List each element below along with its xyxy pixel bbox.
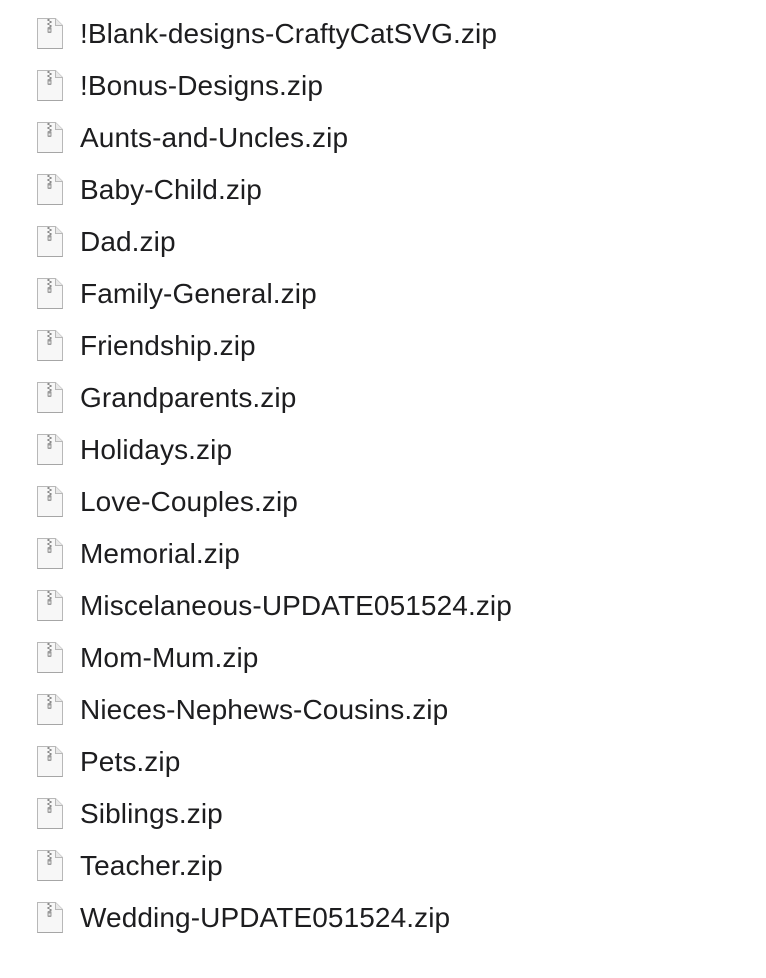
- file-name: Wedding-UPDATE051524.zip: [80, 902, 451, 933]
- file-name: Love-Couples.zip: [80, 486, 298, 517]
- zip-archive-icon: [35, 901, 64, 934]
- zip-archive-icon: [35, 589, 64, 622]
- file-row[interactable]: Wedding-UPDATE051524.zip: [0, 892, 766, 944]
- zip-archive-icon: [35, 277, 64, 310]
- file-name: Family-General.zip: [80, 278, 317, 309]
- zip-archive-icon: [35, 797, 64, 830]
- file-row[interactable]: Pets.zip: [0, 736, 766, 788]
- file-name: Teacher.zip: [80, 850, 223, 881]
- zip-archive-icon: [35, 329, 64, 362]
- file-name: Nieces-Nephews-Cousins.zip: [80, 694, 449, 725]
- file-row[interactable]: Baby-Child.zip: [0, 164, 766, 216]
- file-row[interactable]: Aunts-and-Uncles.zip: [0, 112, 766, 164]
- zip-archive-icon: [35, 693, 64, 726]
- zip-archive-icon: [35, 745, 64, 778]
- zip-archive-icon: [35, 121, 64, 154]
- zip-archive-icon: [35, 225, 64, 258]
- zip-archive-icon: [35, 849, 64, 882]
- zip-archive-icon: [35, 17, 64, 50]
- file-name: Aunts-and-Uncles.zip: [80, 122, 349, 153]
- file-row[interactable]: Teacher.zip: [0, 840, 766, 892]
- file-name: !Bonus-Designs.zip: [80, 70, 324, 101]
- zip-archive-icon: [35, 433, 64, 466]
- file-row[interactable]: Nieces-Nephews-Cousins.zip: [0, 684, 766, 736]
- file-name: Mom-Mum.zip: [80, 642, 259, 673]
- file-row[interactable]: Dad.zip: [0, 216, 766, 268]
- zip-archive-icon: [35, 485, 64, 518]
- file-row[interactable]: Love-Couples.zip: [0, 476, 766, 528]
- file-name: Memorial.zip: [80, 538, 240, 569]
- file-name: Holidays.zip: [80, 434, 233, 465]
- zip-archive-icon: [35, 641, 64, 674]
- zip-archive-icon: [35, 537, 64, 570]
- zip-archive-icon: [35, 69, 64, 102]
- file-name: Siblings.zip: [80, 798, 223, 829]
- file-name: Dad.zip: [80, 226, 176, 257]
- file-name: !Blank-designs-CraftyCatSVG.zip: [80, 18, 498, 49]
- file-row[interactable]: Memorial.zip: [0, 528, 766, 580]
- file-name: Pets.zip: [80, 746, 181, 777]
- file-row[interactable]: Siblings.zip: [0, 788, 766, 840]
- file-name: Miscelaneous-UPDATE051524.zip: [80, 590, 512, 621]
- file-row[interactable]: !Bonus-Designs.zip: [0, 60, 766, 112]
- file-row[interactable]: !Blank-designs-CraftyCatSVG.zip: [0, 8, 766, 60]
- file-row[interactable]: Miscelaneous-UPDATE051524.zip: [0, 580, 766, 632]
- zip-archive-icon: [35, 173, 64, 206]
- file-row[interactable]: Holidays.zip: [0, 424, 766, 476]
- zip-archive-icon: [35, 381, 64, 414]
- file-name: Friendship.zip: [80, 330, 256, 361]
- file-row[interactable]: Family-General.zip: [0, 268, 766, 320]
- file-list: !Blank-designs-CraftyCatSVG.zip !Bonus-D…: [0, 8, 766, 944]
- file-name: Grandparents.zip: [80, 382, 297, 413]
- file-row[interactable]: Mom-Mum.zip: [0, 632, 766, 684]
- file-row[interactable]: Grandparents.zip: [0, 372, 766, 424]
- file-row[interactable]: Friendship.zip: [0, 320, 766, 372]
- file-name: Baby-Child.zip: [80, 174, 262, 205]
